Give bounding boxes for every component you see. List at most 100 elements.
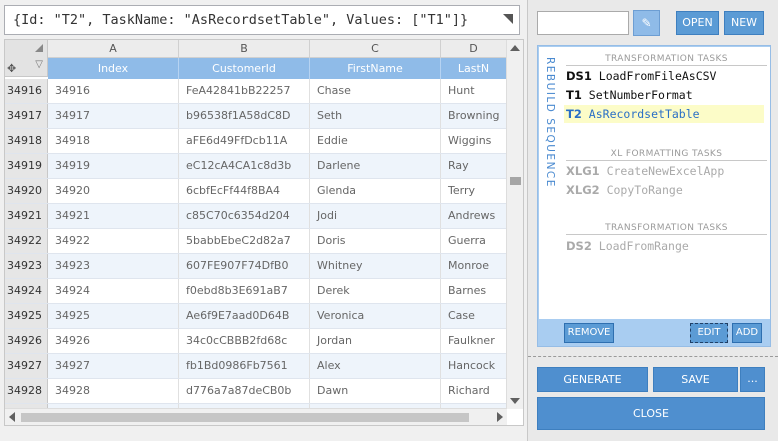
- table-row[interactable]: 34920 34920 6cbfEcFf44f8BA4 Glenda Terry: [5, 179, 507, 204]
- task-item[interactable]: XLG1 CreateNewExcelApp: [564, 162, 764, 180]
- table-row[interactable]: 34921 34921 c85C70c6354d204 Jodi Andrews: [5, 204, 507, 229]
- col-header-firstname[interactable]: FirstName: [310, 58, 441, 79]
- table-cell[interactable]: 34c0cCBBB2fd68c: [179, 329, 310, 353]
- table-cell[interactable]: Guerra: [441, 229, 507, 253]
- table-cell[interactable]: Ae6f9E7aad0D64B: [179, 304, 310, 328]
- table-cell[interactable]: Jordan: [310, 329, 441, 353]
- expand-corner-icon[interactable]: [503, 14, 513, 24]
- table-row[interactable]: 34927 34927 fb1Bd0986Fb7561 Alex Hancock: [5, 354, 507, 379]
- table-cell[interactable]: Hancock: [441, 354, 507, 378]
- table-cell[interactable]: 34924: [48, 279, 179, 303]
- table-cell[interactable]: Richard: [441, 379, 507, 403]
- task-item[interactable]: DS1 LoadFromFileAsCSV: [564, 67, 764, 85]
- task-item[interactable]: DS2 LoadFromRange: [564, 237, 764, 255]
- table-row[interactable]: 34926 34926 34c0cCBBB2fd68c Jordan Faulkner: [5, 329, 507, 354]
- horizontal-scrollbar[interactable]: [5, 408, 507, 425]
- scroll-right-icon[interactable]: [497, 412, 503, 422]
- scroll-down-icon[interactable]: [510, 398, 520, 404]
- formula-bar[interactable]: {Id: "T2", TaskName: "AsRecordsetTable",…: [4, 5, 520, 35]
- col-letter-a[interactable]: A: [48, 40, 179, 58]
- row-number[interactable]: 34926: [5, 329, 48, 353]
- save-button[interactable]: SAVE: [653, 367, 738, 392]
- table-cell[interactable]: d776a7a87deCB0b: [179, 379, 310, 403]
- table-cell[interactable]: Monroe: [441, 254, 507, 278]
- row-number[interactable]: 34923: [5, 254, 48, 278]
- filter-icon[interactable]: ▽: [35, 59, 43, 70]
- table-cell[interactable]: 34916: [48, 79, 179, 103]
- table-cell[interactable]: Glenda: [310, 179, 441, 203]
- horizontal-scroll-thumb[interactable]: [21, 413, 469, 422]
- select-all-icon[interactable]: [35, 44, 43, 52]
- table-cell[interactable]: Veronica: [310, 304, 441, 328]
- table-cell[interactable]: Dawn: [310, 379, 441, 403]
- add-button[interactable]: ADD: [732, 323, 762, 343]
- table-row[interactable]: 34918 34918 aFE6d49FfDcb11A Eddie Wiggins: [5, 129, 507, 154]
- table-cell[interactable]: Chase: [310, 79, 441, 103]
- table-cell[interactable]: 5babbEbeC2d82a7: [179, 229, 310, 253]
- table-cell[interactable]: 34918: [48, 129, 179, 153]
- table-cell[interactable]: 34922: [48, 229, 179, 253]
- table-cell[interactable]: 6cbfEcFf44f8BA4: [179, 179, 310, 203]
- table-cell[interactable]: Andrews: [441, 204, 507, 228]
- table-cell[interactable]: 607FE907F74DfB0: [179, 254, 310, 278]
- task-item[interactable]: XLG2 CopyToRange: [564, 181, 764, 199]
- name-input[interactable]: [537, 11, 629, 35]
- table-row[interactable]: 34922 34922 5babbEbeC2d82a7 Doris Guerra: [5, 229, 507, 254]
- table-cell[interactable]: 34920: [48, 179, 179, 203]
- table-cell[interactable]: Faulkner: [441, 329, 507, 353]
- table-cell[interactable]: Darlene: [310, 154, 441, 178]
- table-cell[interactable]: f0ebd8b3E691aB7: [179, 279, 310, 303]
- new-button[interactable]: NEW: [724, 11, 764, 35]
- table-cell[interactable]: 34927: [48, 354, 179, 378]
- remove-button[interactable]: REMOVE: [564, 323, 614, 343]
- rebuild-sequence-link[interactable]: REBUILD SEQUENCE: [544, 57, 556, 247]
- table-cell[interactable]: Hunt: [441, 79, 507, 103]
- table-cell[interactable]: Eddie: [310, 129, 441, 153]
- table-cell[interactable]: Case: [441, 304, 507, 328]
- pencil-icon[interactable]: ✎: [633, 10, 660, 36]
- table-row[interactable]: 34919 34919 eC12cA4CA1c8d3b Darlene Ray: [5, 154, 507, 179]
- grid-corner[interactable]: ▽ ✥: [5, 40, 48, 77]
- table-cell[interactable]: Whitney: [310, 254, 441, 278]
- table-cell[interactable]: 34919: [48, 154, 179, 178]
- col-letter-b[interactable]: B: [179, 40, 310, 58]
- task-item-selected[interactable]: T2 AsRecordsetTable: [564, 105, 764, 123]
- table-cell[interactable]: Jodi: [310, 204, 441, 228]
- row-number[interactable]: 34922: [5, 229, 48, 253]
- table-cell[interactable]: Wiggins: [441, 129, 507, 153]
- row-number[interactable]: 34921: [5, 204, 48, 228]
- table-row[interactable]: 34916 34916 FeA42841bB22257 Chase Hunt: [5, 79, 507, 104]
- table-cell[interactable]: fb1Bd0986Fb7561: [179, 354, 310, 378]
- table-cell[interactable]: 34925: [48, 304, 179, 328]
- table-cell[interactable]: FeA42841bB22257: [179, 79, 310, 103]
- more-button[interactable]: ...: [740, 367, 765, 392]
- col-header-index[interactable]: Index: [48, 58, 179, 79]
- table-cell[interactable]: 34917: [48, 104, 179, 128]
- table-cell[interactable]: Derek: [310, 279, 441, 303]
- edit-button[interactable]: EDIT: [690, 323, 728, 343]
- open-button[interactable]: OPEN: [676, 11, 719, 35]
- table-cell[interactable]: eC12cA4CA1c8d3b: [179, 154, 310, 178]
- generate-button[interactable]: GENERATE: [537, 367, 648, 392]
- data-grid[interactable]: ▽ ✥ A B C D Index CustomerId FirstName L…: [4, 39, 524, 426]
- table-cell[interactable]: aFE6d49FfDcb11A: [179, 129, 310, 153]
- table-cell[interactable]: Terry: [441, 179, 507, 203]
- close-button[interactable]: CLOSE: [537, 397, 765, 430]
- table-cell[interactable]: b96538f1A58dC8D: [179, 104, 310, 128]
- table-cell[interactable]: Browning: [441, 104, 507, 128]
- row-number[interactable]: 34918: [5, 129, 48, 153]
- table-cell[interactable]: c85C70c6354d204: [179, 204, 310, 228]
- scroll-left-icon[interactable]: [9, 412, 15, 422]
- table-cell[interactable]: Ray: [441, 154, 507, 178]
- table-cell[interactable]: Doris: [310, 229, 441, 253]
- row-number[interactable]: 34924: [5, 279, 48, 303]
- table-cell[interactable]: Barnes: [441, 279, 507, 303]
- table-row[interactable]: 34923 34923 607FE907F74DfB0 Whitney Monroe: [5, 254, 507, 279]
- row-number[interactable]: 34920: [5, 179, 48, 203]
- move-icon[interactable]: ✥: [7, 62, 16, 75]
- row-number[interactable]: 34927: [5, 354, 48, 378]
- task-item[interactable]: T1 SetNumberFormat: [564, 86, 764, 104]
- table-row[interactable]: 34928 34928 d776a7a87deCB0b Dawn Richard: [5, 379, 507, 404]
- row-number[interactable]: 34928: [5, 379, 48, 403]
- vertical-scroll-thumb[interactable]: [510, 177, 521, 185]
